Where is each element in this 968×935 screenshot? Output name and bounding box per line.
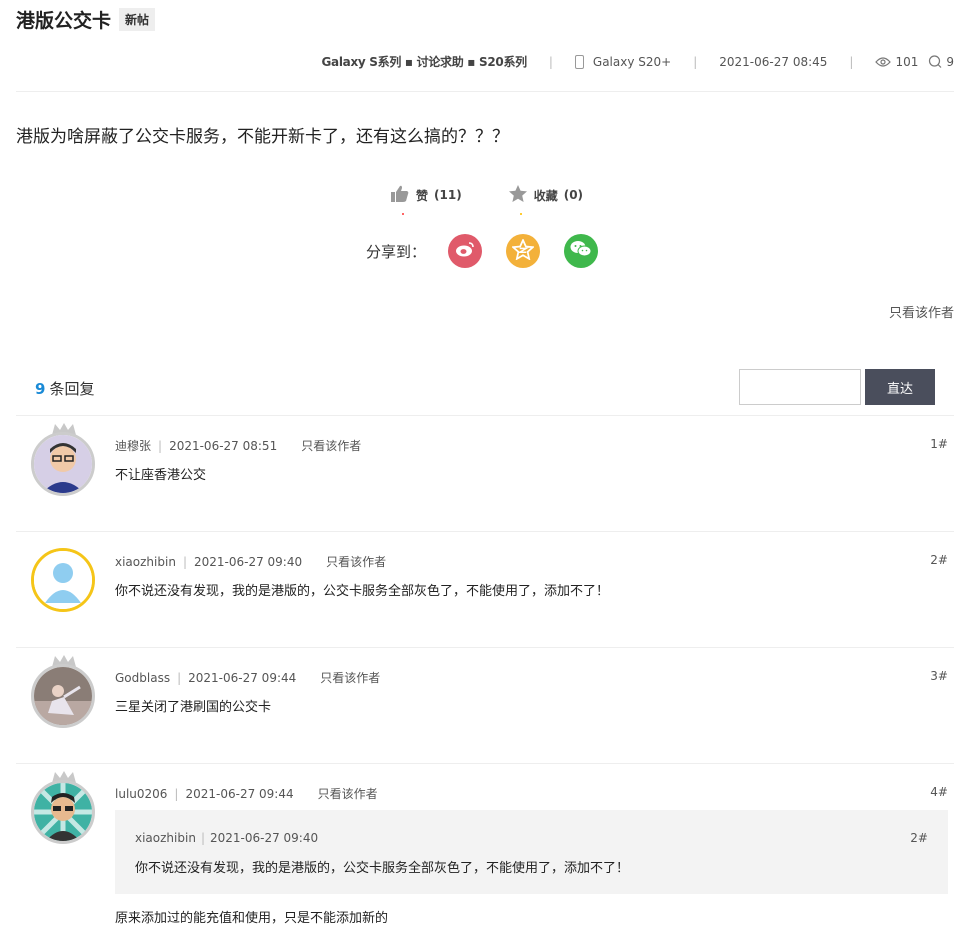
like-label: 赞 <box>416 188 429 203</box>
views-count: 101 <box>895 54 919 69</box>
reply-item: xiaozhibin | 2021-06-27 09:40 只看该作者 2# 你… <box>16 531 954 647</box>
avatar-image <box>31 664 95 728</box>
device-model: Galaxy S20+ <box>592 54 672 69</box>
new-post-badge: 新帖 <box>119 8 156 31</box>
reply-text: 三星关闭了港刷国的公交卡 <box>115 700 272 715</box>
reply-floor[interactable]: 1# <box>930 437 948 451</box>
avatar-image <box>31 548 95 612</box>
quote-text: 你不说还没有发现，我的是港版的，公交卡服务全部灰色了，不能使用了，添加不了！ <box>135 861 630 876</box>
reply-count-number: 9 <box>35 380 46 398</box>
quote-time: 2021-06-27 09:40 <box>209 831 319 845</box>
reply-username[interactable]: Godblass <box>115 671 170 685</box>
favorite-label: 收藏 <box>533 188 558 203</box>
quoted-reply: xiaozhibin | 2021-06-27 09:40 2# 你不说还没有发… <box>115 810 948 894</box>
star-icon <box>508 184 528 206</box>
reply-meta: 迪穆张 | 2021-06-27 08:51 只看该作者 <box>115 437 361 454</box>
post-datetime: 2021-06-27 08:45 <box>719 54 828 69</box>
thumbs-up-icon <box>390 185 410 206</box>
quote-username[interactable]: xiaozhibin <box>135 831 196 845</box>
reply-meta: Godblass | 2021-06-27 09:44 只看该作者 <box>115 669 380 686</box>
divider: | <box>177 670 182 685</box>
reply-count-label: 条回复 <box>49 380 95 398</box>
only-author-link[interactable]: 只看该作者 <box>320 669 380 686</box>
post-title-row: 港版公交卡 新帖 <box>16 6 156 33</box>
replies-stat-count: 9 <box>946 54 954 69</box>
post-meta: Galaxy S系列 ▪ 讨论求助 ▪ S20系列 | Galaxy S20+ … <box>321 53 954 70</box>
reply-item: Godblass | 2021-06-27 09:44 只看该作者 3# 三星关… <box>16 647 954 763</box>
share-weibo-button[interactable] <box>448 234 483 268</box>
indicator-dot <box>402 212 404 215</box>
only-author-link[interactable]: 只看该作者 <box>318 785 378 802</box>
divider: | <box>200 831 205 845</box>
reply-floor[interactable]: 3# <box>930 669 948 683</box>
share-wechat-button[interactable] <box>564 234 599 268</box>
reply-time: 2021-06-27 09:44 <box>185 786 294 801</box>
like-button[interactable]: 赞 (11) <box>390 185 462 215</box>
reply-text: 原来添加过的能充值和使用，只是不能添加新的 <box>115 911 389 926</box>
reply-floor[interactable]: 4# <box>930 785 948 799</box>
reply-time: 2021-06-27 09:44 <box>188 670 297 685</box>
replies-stat: 9 <box>928 55 954 69</box>
eye-icon <box>875 56 892 67</box>
indicator-dot <box>519 213 522 215</box>
comment-icon <box>928 55 942 68</box>
post-body: 港版为啥屏蔽了公交卡服务，不能开新卡了，还有这么搞的？？？ <box>16 127 509 147</box>
floor-goto-button[interactable]: 直达 <box>865 369 935 405</box>
avatar-image <box>31 432 95 496</box>
reply-meta: lulu0206 | 2021-06-27 09:44 只看该作者 <box>115 785 378 802</box>
weibo-icon <box>455 241 475 261</box>
quote-floor[interactable]: 2# <box>910 831 928 845</box>
phone-icon <box>574 54 584 69</box>
reply-item: 迪穆张 | 2021-06-27 08:51 只看该作者 1# 不让座香港公交 <box>16 415 954 531</box>
breadcrumb[interactable]: Galaxy S系列 ▪ 讨论求助 ▪ S20系列 <box>321 53 527 70</box>
only-author-link[interactable]: 只看该作者 <box>301 437 361 454</box>
divider: | <box>693 54 698 69</box>
avatar-image <box>31 780 95 844</box>
reply-time: 2021-06-27 09:40 <box>193 554 303 569</box>
favorite-count: (0) <box>563 188 584 202</box>
reply-text: 不让座香港公交 <box>115 468 207 483</box>
divider: | <box>174 786 179 801</box>
share-label: 分享到： <box>366 242 427 261</box>
reply-username[interactable]: xiaozhibin <box>115 555 176 569</box>
reply-text: 你不说还没有发现，我的是港版的，公交卡服务全部灰色了，不能使用了，添加不了！ <box>115 584 610 599</box>
post-actions: 赞 (11) 收藏 (0) <box>390 184 584 215</box>
post-title: 港版公交卡 <box>16 10 112 32</box>
floor-goto-input[interactable] <box>739 369 861 405</box>
divider: | <box>182 554 187 569</box>
divider: | <box>158 438 163 453</box>
only-author-link[interactable]: 只看该作者 <box>889 302 954 321</box>
share-bar: 分享到： <box>366 234 622 268</box>
share-qzone-button[interactable] <box>506 234 541 268</box>
avatar[interactable] <box>31 544 97 614</box>
divider: | <box>849 54 854 69</box>
reply-username[interactable]: lulu0206 <box>115 787 167 801</box>
divider: | <box>548 54 553 69</box>
reply-username[interactable]: 迪穆张 <box>115 437 151 454</box>
like-count: (11) <box>434 188 462 202</box>
avatar[interactable] <box>31 655 97 730</box>
avatar[interactable] <box>31 771 97 846</box>
reply-floor[interactable]: 2# <box>930 553 948 567</box>
only-author-link[interactable]: 只看该作者 <box>326 553 386 570</box>
reply-count-header: 9 条回复 <box>35 378 94 399</box>
quote-meta: xiaozhibin | 2021-06-27 09:40 <box>135 831 318 845</box>
qzone-icon <box>510 237 536 264</box>
reply-item: lulu0206 | 2021-06-27 09:44 只看该作者 4# xia… <box>16 763 954 935</box>
divider <box>16 91 954 92</box>
avatar[interactable] <box>31 423 97 498</box>
wechat-icon <box>570 240 592 262</box>
favorite-button[interactable]: 收藏 (0) <box>508 184 584 215</box>
views-stat: 101 <box>875 55 918 69</box>
reply-meta: xiaozhibin | 2021-06-27 09:40 只看该作者 <box>115 553 386 570</box>
reply-time: 2021-06-27 08:51 <box>169 438 278 453</box>
